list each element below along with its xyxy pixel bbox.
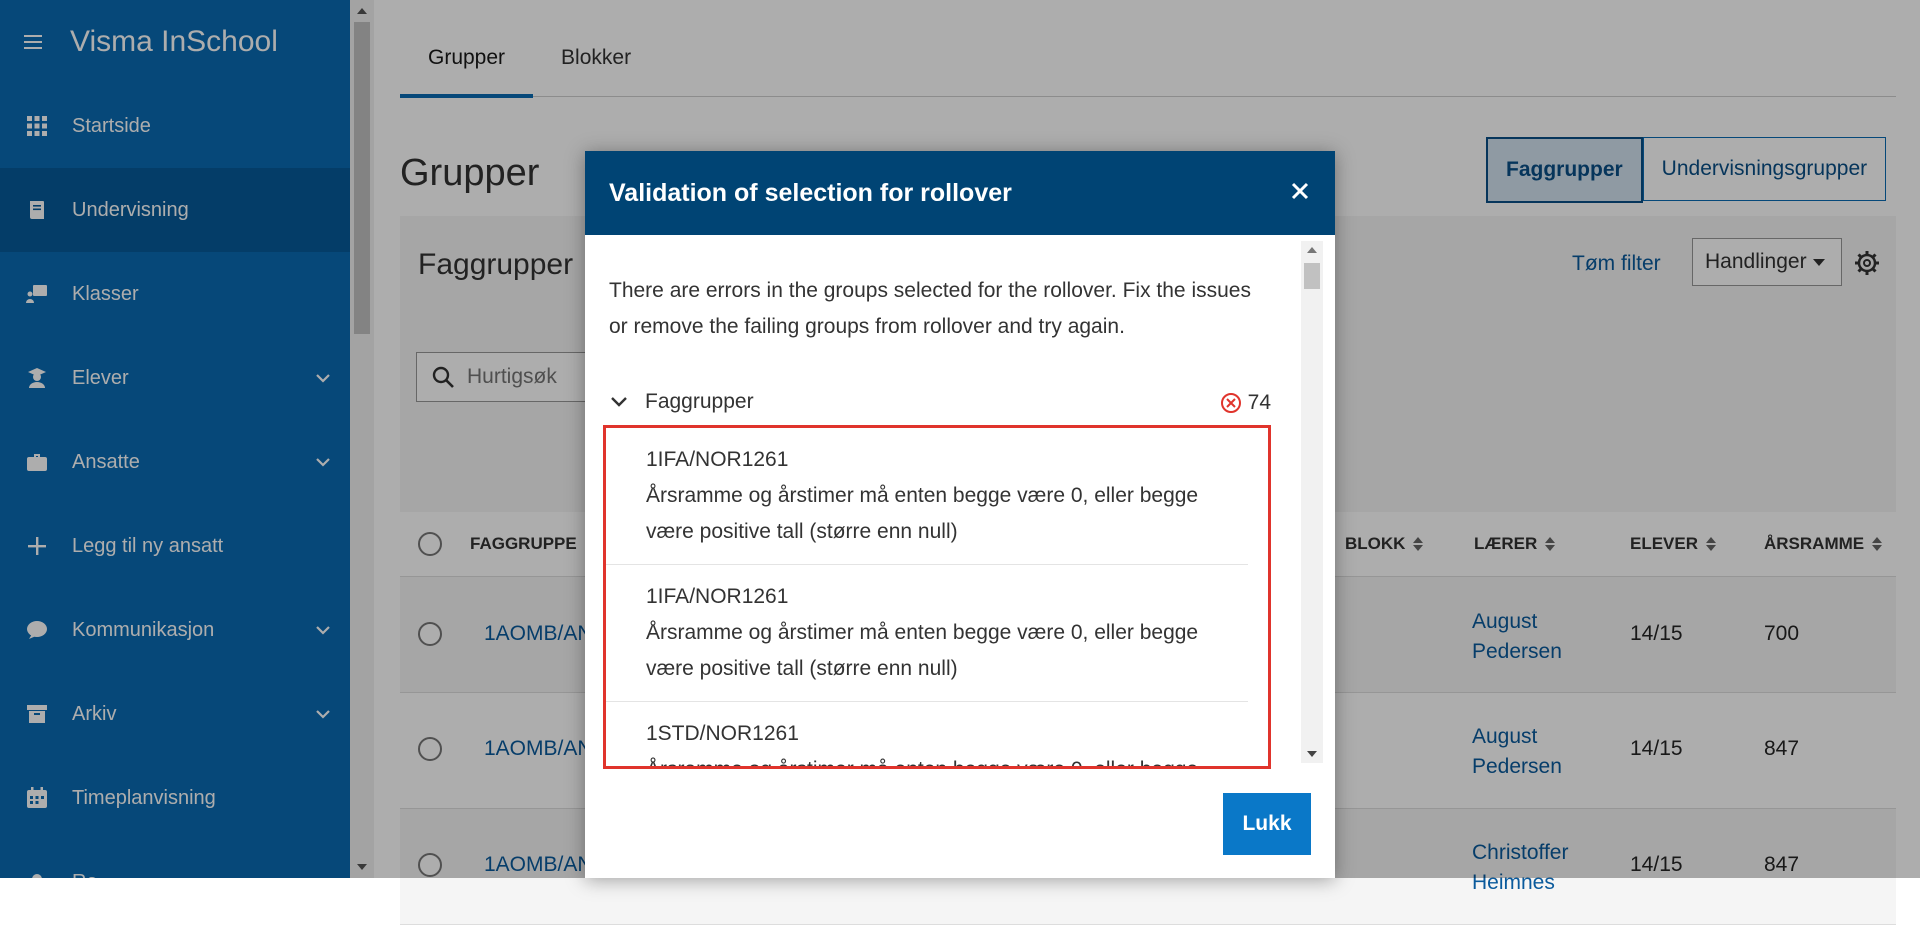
scrollbar-thumb[interactable] [1304,263,1320,289]
modal-scrollbar[interactable] [1301,241,1323,763]
scroll-down-icon[interactable] [1307,751,1317,757]
validation-intro-text: There are errors in the groups selected … [609,279,1251,338]
modal-header: Validation of selection for rollover [585,151,1335,235]
close-icon[interactable] [1289,180,1311,202]
error-message: Årsramme og årstimer må enten begge være… [646,752,1248,766]
error-group-code: 1IFA/NOR1261 [646,448,789,471]
error-group-code: 1IFA/NOR1261 [646,585,789,608]
rollover-validation-dialog: Validation of selection for rollover The… [585,151,1335,878]
error-count-badge: 74 [1220,391,1271,415]
chevron-down-icon[interactable] [609,392,629,412]
group-label: Faggrupper [645,390,754,413]
list-item: 1IFA/NOR1261 Årsramme og årstimer må ent… [606,565,1248,702]
modal-title: Validation of selection for rollover [609,178,1012,207]
close-button[interactable]: Lukk [1223,793,1311,855]
error-message: Årsramme og årstimer må enten begge være… [646,484,1199,543]
list-item: 1IFA/NOR1261 Årsramme og årstimer må ent… [606,428,1248,565]
scroll-up-icon[interactable] [1307,247,1317,253]
error-circle-icon [1220,393,1241,413]
error-count: 74 [1247,391,1271,414]
modal-body: There are errors in the groups selected … [585,235,1335,769]
faggrupper-accordion-header[interactable]: Faggrupper 74 [609,385,1271,419]
error-list[interactable]: 1IFA/NOR1261 Årsramme og årstimer må ent… [603,425,1271,769]
error-group-code: 1STD/NOR1261 [646,722,799,745]
modal-footer: Lukk [585,769,1335,878]
error-message: Årsramme og årstimer må enten begge være… [646,621,1199,680]
list-item: 1STD/NOR1261 Årsramme og årstimer må ent… [606,702,1248,766]
